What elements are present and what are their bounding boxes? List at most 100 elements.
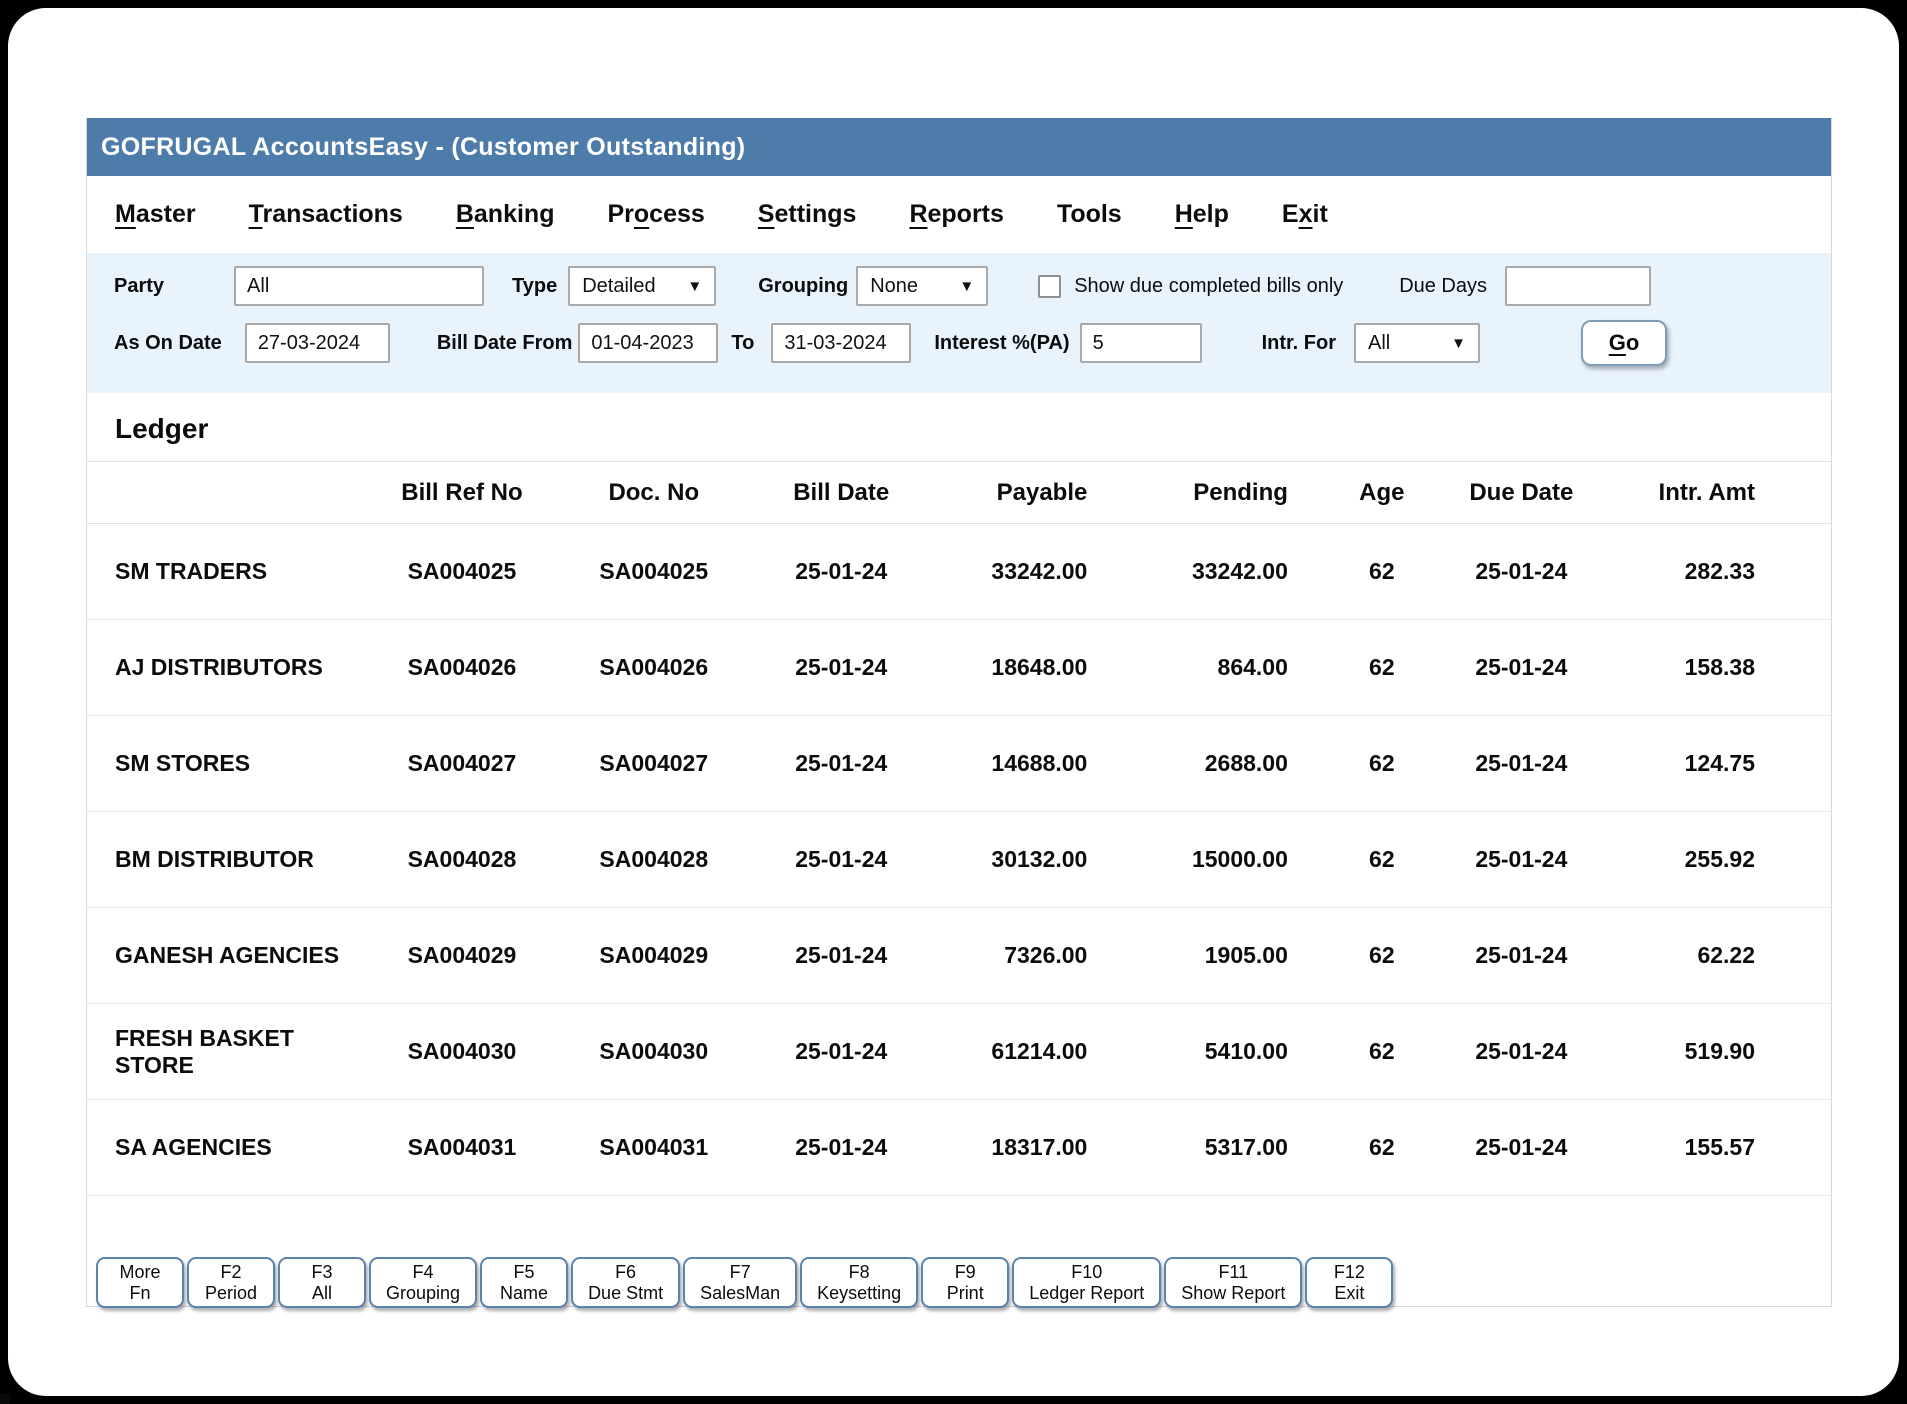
chevron-down-icon: ▼ [687,278,702,295]
cell-intr-amt: 62.22 [1613,908,1831,1004]
interest-input[interactable] [1080,323,1202,363]
grouping-select[interactable]: None▼ [856,266,988,306]
filter-panel: Party Type Detailed▼ Grouping None▼ Show… [87,253,1831,393]
cell-doc-no: SA004030 [558,1004,750,1100]
menu-process[interactable]: Process [607,200,704,229]
table-row[interactable]: BM DISTRIBUTOR SA004028 SA004028 25-01-2… [87,812,1831,908]
function-key-bar: MoreFn F2Period F3All F4Grouping F5Name … [87,1196,1831,1306]
show-due-label: Show due completed bills only [1074,275,1343,298]
cell-bill-ref-no: SA004030 [366,1004,558,1100]
screen-background: GOFRUGAL AccountsEasy - (Customer Outsta… [0,0,1907,1404]
type-select[interactable]: Detailed▼ [568,266,716,306]
fn-button-f6-due-stmt[interactable]: F6Due Stmt [571,1257,680,1308]
table-row[interactable]: GANESH AGENCIES SA004029 SA004029 25-01-… [87,908,1831,1004]
cell-bill-date: 25-01-24 [750,1100,933,1196]
cell-age: 62 [1334,1100,1430,1196]
fn-button-f7-salesman[interactable]: F7SalesMan [683,1257,797,1308]
col-header-doc-no: Doc. No [558,462,750,524]
cell-pending: 5317.00 [1133,1100,1334,1196]
cell-pending: 2688.00 [1133,716,1334,812]
go-button[interactable]: Go [1581,320,1667,366]
col-header-payable: Payable [933,462,1134,524]
fn-button-f2-period[interactable]: F2Period [187,1257,275,1308]
cell-bill-ref-no: SA004026 [366,620,558,716]
bill-date-to-input[interactable] [771,323,911,363]
app-window: GOFRUGAL AccountsEasy - (Customer Outsta… [86,118,1832,1307]
fn-button-f4-grouping[interactable]: F4Grouping [369,1257,477,1308]
cell-due-date: 25-01-24 [1430,1004,1613,1100]
cell-party-name: BM DISTRIBUTOR [87,812,366,908]
menu-exit[interactable]: Exit [1282,200,1328,229]
cell-bill-date: 25-01-24 [750,716,933,812]
table-row[interactable]: SM STORES SA004027 SA004027 25-01-24 146… [87,716,1831,812]
cell-doc-no: SA004029 [558,908,750,1004]
due-days-label: Due Days [1399,275,1487,298]
intr-for-select[interactable]: All▼ [1354,323,1480,363]
menu-reports[interactable]: Reports [909,200,1003,229]
cell-pending: 33242.00 [1133,524,1334,620]
cell-intr-amt: 155.57 [1613,1100,1831,1196]
menu-tools[interactable]: Tools [1057,200,1122,229]
cell-payable: 7326.00 [933,908,1134,1004]
cell-pending: 15000.00 [1133,812,1334,908]
cell-bill-ref-no: SA004028 [366,812,558,908]
outstanding-table: Bill Ref No Doc. No Bill Date Payable Pe… [87,461,1831,1196]
fn-button-f5-name[interactable]: F5Name [480,1257,568,1308]
fn-button-f9-print[interactable]: F9Print [921,1257,1009,1308]
cell-intr-amt: 158.38 [1613,620,1831,716]
bill-date-from-label: Bill Date From [437,332,573,355]
cell-payable: 18317.00 [933,1100,1134,1196]
cell-pending: 5410.00 [1133,1004,1334,1100]
due-days-input[interactable] [1505,266,1651,306]
cell-payable: 33242.00 [933,524,1134,620]
col-header-age: Age [1334,462,1430,524]
cell-doc-no: SA004026 [558,620,750,716]
fn-button-f10-ledger-report[interactable]: F10Ledger Report [1012,1257,1161,1308]
col-header-bill-date: Bill Date [750,462,933,524]
col-header-intr-amt: Intr. Amt [1613,462,1831,524]
cell-party-name: AJ DISTRIBUTORS [87,620,366,716]
intr-for-label: Intr. For [1262,332,1336,355]
cell-party-name: SM TRADERS [87,524,366,620]
show-due-checkbox[interactable] [1038,275,1061,298]
party-input[interactable] [234,266,484,306]
cell-payable: 14688.00 [933,716,1134,812]
bill-date-from-input[interactable] [578,323,718,363]
menu-help[interactable]: Help [1175,200,1229,229]
cell-bill-date: 25-01-24 [750,908,933,1004]
cell-intr-amt: 124.75 [1613,716,1831,812]
cell-payable: 18648.00 [933,620,1134,716]
cell-due-date: 25-01-24 [1430,1100,1613,1196]
type-label: Type [512,275,557,298]
cell-bill-date: 25-01-24 [750,524,933,620]
as-on-date-input[interactable] [245,323,390,363]
fn-button-f12-exit[interactable]: F12Exit [1305,1257,1393,1308]
table-row[interactable]: FRESH BASKET STORE SA004030 SA004030 25-… [87,1004,1831,1100]
cell-doc-no: SA004025 [558,524,750,620]
menu-master[interactable]: Master [115,200,196,229]
table-row[interactable]: SM TRADERS SA004025 SA004025 25-01-24 33… [87,524,1831,620]
col-header-party [87,462,366,524]
party-label: Party [114,275,164,298]
cell-doc-no: SA004031 [558,1100,750,1196]
cell-due-date: 25-01-24 [1430,716,1613,812]
cell-age: 62 [1334,524,1430,620]
cell-due-date: 25-01-24 [1430,908,1613,1004]
cell-payable: 61214.00 [933,1004,1134,1100]
fn-button-more-fn[interactable]: MoreFn [96,1257,184,1308]
table-row[interactable]: AJ DISTRIBUTORS SA004026 SA004026 25-01-… [87,620,1831,716]
menu-bar: Master Transactions Banking Process Sett… [87,176,1831,253]
table-row[interactable]: SA AGENCIES SA004031 SA004031 25-01-24 1… [87,1100,1831,1196]
fn-button-f3-all[interactable]: F3All [278,1257,366,1308]
fn-button-f11-show-report[interactable]: F11Show Report [1164,1257,1302,1308]
menu-settings[interactable]: Settings [758,200,857,229]
cell-due-date: 25-01-24 [1430,524,1613,620]
cell-payable: 30132.00 [933,812,1134,908]
col-header-pending: Pending [1133,462,1334,524]
menu-banking[interactable]: Banking [456,200,555,229]
cell-age: 62 [1334,908,1430,1004]
cell-bill-ref-no: SA004025 [366,524,558,620]
fn-button-f8-keysetting[interactable]: F8Keysetting [800,1257,918,1308]
cell-intr-amt: 519.90 [1613,1004,1831,1100]
menu-transactions[interactable]: Transactions [249,200,403,229]
